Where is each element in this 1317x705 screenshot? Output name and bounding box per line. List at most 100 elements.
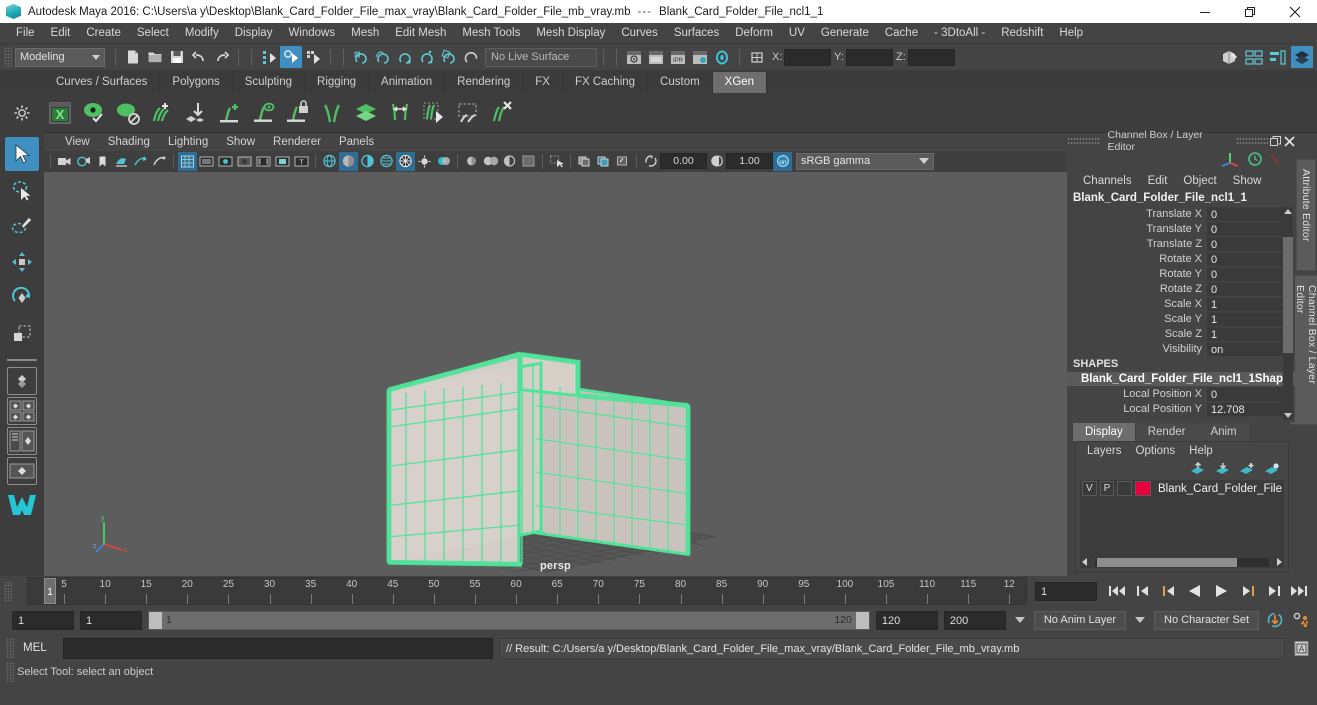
snap-to-grid-icon[interactable] [350,46,372,68]
menu-item-3dtoall[interactable]: - 3DtoAll - [926,23,993,44]
menu-item-create[interactable]: Create [78,23,129,44]
undo-icon[interactable] [188,46,210,68]
save-scene-icon[interactable] [166,46,188,68]
x-input[interactable] [784,48,831,66]
ipr-render-icon[interactable]: IPR [667,46,689,68]
layer-list-item[interactable]: V P Blank_Card_Folder_File [1080,480,1284,497]
menu-item-curves[interactable]: Curves [613,23,665,44]
shelf-tab-curves-surfaces[interactable]: Curves / Surfaces [44,72,161,93]
layer-playback-toggle[interactable]: P [1099,481,1115,496]
safe-action-icon[interactable] [273,152,292,171]
layer-color-swatch[interactable] [1134,481,1151,496]
lasso-select-tool-icon[interactable] [5,173,39,207]
toggle-modeling-toolkit-icon[interactable] [1219,46,1241,68]
shelf-tab-polygons[interactable]: Polygons [160,72,233,93]
channel-attribute-value[interactable]: 1 [1207,326,1283,341]
animation-end-field[interactable]: 200 [943,610,1006,630]
menu-set-selector[interactable]: Modeling [15,47,105,67]
persp-graph-layout-icon[interactable] [7,457,37,485]
channel-attribute-value[interactable]: 1 [1207,296,1283,311]
layer-move-down-icon[interactable] [1214,462,1230,479]
scrollbar-thumb[interactable] [1097,557,1237,567]
channel-attribute-value[interactable]: on [1207,341,1283,356]
two-sided-light-icon[interactable] [481,152,500,171]
timeline-gripper[interactable] [4,581,12,601]
xgen-region-icon[interactable] [452,97,484,129]
anim-layer-field[interactable]: No Anim Layer [1033,610,1127,630]
animation-preferences-icon[interactable] [1291,610,1311,630]
channel-attribute-value[interactable]: 0 [1207,236,1283,251]
vertical-tab-attribute-editor[interactable]: Attribute Editor [1296,159,1316,271]
command-input[interactable] [63,637,493,659]
gamma-field[interactable]: 1.00 [726,153,773,170]
new-scene-icon[interactable] [122,46,144,68]
panel-gripper-right[interactable] [1235,137,1269,145]
z-input[interactable] [908,48,955,66]
shelf-tab-fx-caching[interactable]: FX Caching [562,72,649,93]
layer-editor-tab-render[interactable]: Render [1135,423,1198,441]
gate-mask-icon[interactable] [235,152,254,171]
smooth-shade-selected-icon[interactable] [358,152,377,171]
render-view-icon[interactable] [645,46,667,68]
select-by-object-type-icon[interactable] [280,46,302,68]
menu-item-deform[interactable]: Deform [727,23,781,44]
time-slider[interactable]: 1 5 10 15 20 25 30 35 40 45 50 55 60 65 70 75 80 85 90 95 1… [27,577,1027,605]
range-start-field[interactable]: 1 [80,610,142,630]
make-live-icon[interactable] [460,46,482,68]
menu-item-edit[interactable]: Edit [43,23,79,44]
clock-icon[interactable] [1247,151,1263,170]
menu-item-cache[interactable]: Cache [877,23,926,44]
xgen-mask-icon[interactable] [248,97,280,129]
command-language-label[interactable]: MEL [23,642,57,654]
xgen-select-guides-icon[interactable] [418,97,450,129]
shelf-tab-rendering[interactable]: Rendering [445,72,524,93]
channel-attribute-value[interactable]: 12.708 [1207,401,1283,416]
channel-attribute-value[interactable]: 0 [1207,266,1283,281]
create-layer-from-selected-icon[interactable] [1264,462,1280,479]
command-line-gripper[interactable] [6,638,14,658]
xgen-preview-icon[interactable] [78,97,110,129]
viewport-menu-shading[interactable]: Shading [99,136,159,148]
character-set-field[interactable]: No Character Set [1154,610,1259,630]
shelf-tab-rigging[interactable]: Rigging [305,72,370,93]
scroll-up-arrow-icon[interactable] [1284,209,1292,214]
channel-box-menu-channels[interactable]: Channels [1075,175,1140,187]
snap-to-point-icon[interactable] [394,46,416,68]
menu-item-redshift[interactable]: Redshift [993,23,1051,44]
anim-layer-dropdown-icon[interactable] [1012,611,1028,630]
textures-icon[interactable] [434,152,453,171]
panel-gripper-left[interactable] [1067,137,1100,145]
isolate-select-icon[interactable] [547,152,566,171]
maya-logo-icon[interactable] [5,487,39,521]
smooth-shade-all-icon[interactable] [339,151,358,171]
channel-attribute-value[interactable]: 0 [1207,386,1283,401]
snap-to-projected-center-icon[interactable] [416,46,438,68]
xgen-layers-icon[interactable] [350,97,382,129]
xgen-clump-icon[interactable] [384,97,416,129]
scroll-track[interactable] [1095,557,1269,567]
menu-item-select[interactable]: Select [129,23,177,44]
range-end-handle[interactable] [855,611,869,629]
channel-box-scrollbar[interactable] [1283,207,1293,420]
help-line-gripper[interactable] [6,662,14,682]
default-light-icon[interactable] [462,152,481,171]
shelf-tab-fx[interactable]: FX [523,72,563,93]
viewport-menu-lighting[interactable]: Lighting [159,136,217,148]
viewport-menu-panels[interactable]: Panels [330,136,383,148]
xray-icon[interactable] [575,152,594,171]
shelf-tab-xgen[interactable]: XGen [712,72,768,93]
snap-to-view-plane-icon[interactable] [438,46,460,68]
viewport-menu-view[interactable]: View [56,136,99,148]
grease-pencil-icon[interactable] [131,152,150,171]
step-back-frame-icon[interactable] [1159,581,1179,601]
close-icon[interactable] [1272,0,1317,23]
channel-box-menu-object[interactable]: Object [1175,175,1224,187]
shelf-tab-animation[interactable]: Animation [369,72,446,93]
channel-box-menu-edit[interactable]: Edit [1140,175,1176,187]
menu-item-modify[interactable]: Modify [177,23,227,44]
layer-editor-menu-options[interactable]: Options [1129,445,1183,457]
shelf-options-icon[interactable] [0,92,44,133]
film-gate-icon[interactable] [197,152,216,171]
menu-item-generate[interactable]: Generate [813,23,877,44]
menu-item-mesh-tools[interactable]: Mesh Tools [454,23,528,44]
